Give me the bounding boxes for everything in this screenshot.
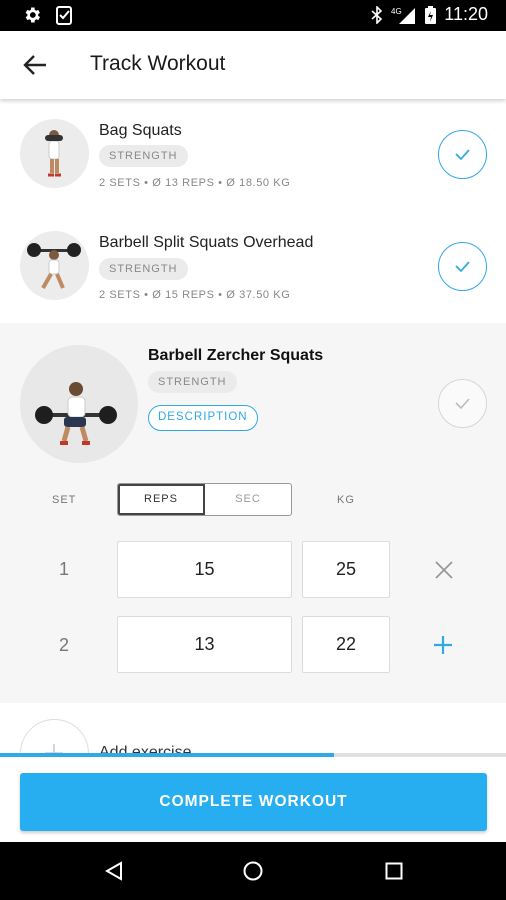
bluetooth-icon (371, 5, 383, 24)
add-exercise-button[interactable] (20, 719, 89, 753)
task-icon (56, 6, 72, 25)
check-icon (455, 261, 470, 273)
back-arrow-icon[interactable] (20, 51, 50, 79)
category-tag: STRENGTH (148, 371, 237, 393)
kg-column-header: KG (337, 494, 355, 506)
kg-input[interactable] (302, 541, 390, 598)
kg-input[interactable] (302, 616, 390, 673)
reps-sec-toggle[interactable]: REPS SEC (117, 483, 292, 516)
signal-icon: 4G (391, 7, 416, 24)
nav-recents-icon[interactable] (384, 861, 404, 881)
complete-check-button[interactable] (438, 130, 487, 179)
exercise-summary: 2 SETS • Ø 15 REPS • Ø 37.50 KG (99, 289, 291, 301)
set-number: 2 (58, 635, 69, 655)
sec-option[interactable]: SEC (205, 484, 291, 515)
clock: 11:20 (444, 4, 488, 24)
bottom-action-area: COMPLETE WORKOUT (0, 757, 506, 842)
active-exercise-panel: Barbell Zercher Squats STRENGTH DESCRIPT… (0, 323, 506, 703)
set-column-header: SET (52, 494, 77, 506)
reps-input[interactable] (117, 541, 292, 598)
exercise-item[interactable]: Barbell Split Squats Overhead STRENGTH 2… (0, 211, 506, 323)
page-title: Track Workout (90, 52, 226, 75)
exercise-thumbnail (20, 119, 89, 188)
description-button[interactable]: DESCRIPTION (148, 405, 258, 431)
remove-set-icon[interactable] (434, 560, 454, 580)
nav-home-icon[interactable] (242, 860, 264, 882)
category-tag: STRENGTH (99, 145, 188, 167)
system-nav-bar (0, 842, 506, 900)
exercise-name: Bag Squats (99, 122, 182, 139)
check-icon (455, 149, 470, 161)
complete-check-button[interactable] (438, 242, 487, 291)
complete-workout-button[interactable]: COMPLETE WORKOUT (20, 773, 487, 831)
nav-back-icon[interactable] (103, 860, 125, 882)
exercise-name: Barbell Zercher Squats (148, 347, 324, 364)
set-number: 1 (58, 559, 69, 579)
add-exercise-label: Add exercise (99, 744, 192, 753)
exercise-name: Barbell Split Squats Overhead (99, 234, 314, 251)
exercise-thumbnail (20, 231, 89, 300)
exercise-thumbnail (20, 345, 138, 463)
check-icon (455, 398, 470, 410)
plus-icon (45, 744, 63, 753)
category-tag: STRENGTH (99, 258, 188, 280)
app-bar: Track Workout (0, 31, 506, 99)
exercise-item[interactable]: Bag Squats STRENGTH 2 SETS • Ø 13 REPS •… (0, 99, 506, 211)
add-exercise-row[interactable]: Add exercise (0, 703, 506, 753)
reps-option[interactable]: REPS (118, 484, 205, 515)
network-label: 4G (391, 7, 402, 16)
reps-input[interactable] (117, 616, 292, 673)
status-bar: 4G 11:20 (0, 0, 506, 31)
battery-icon (425, 5, 437, 24)
complete-check-button[interactable] (438, 379, 487, 428)
add-set-icon[interactable] (433, 635, 453, 655)
exercise-summary: 2 SETS • Ø 13 REPS • Ø 18.50 KG (99, 177, 291, 189)
settings-icon (25, 7, 40, 23)
